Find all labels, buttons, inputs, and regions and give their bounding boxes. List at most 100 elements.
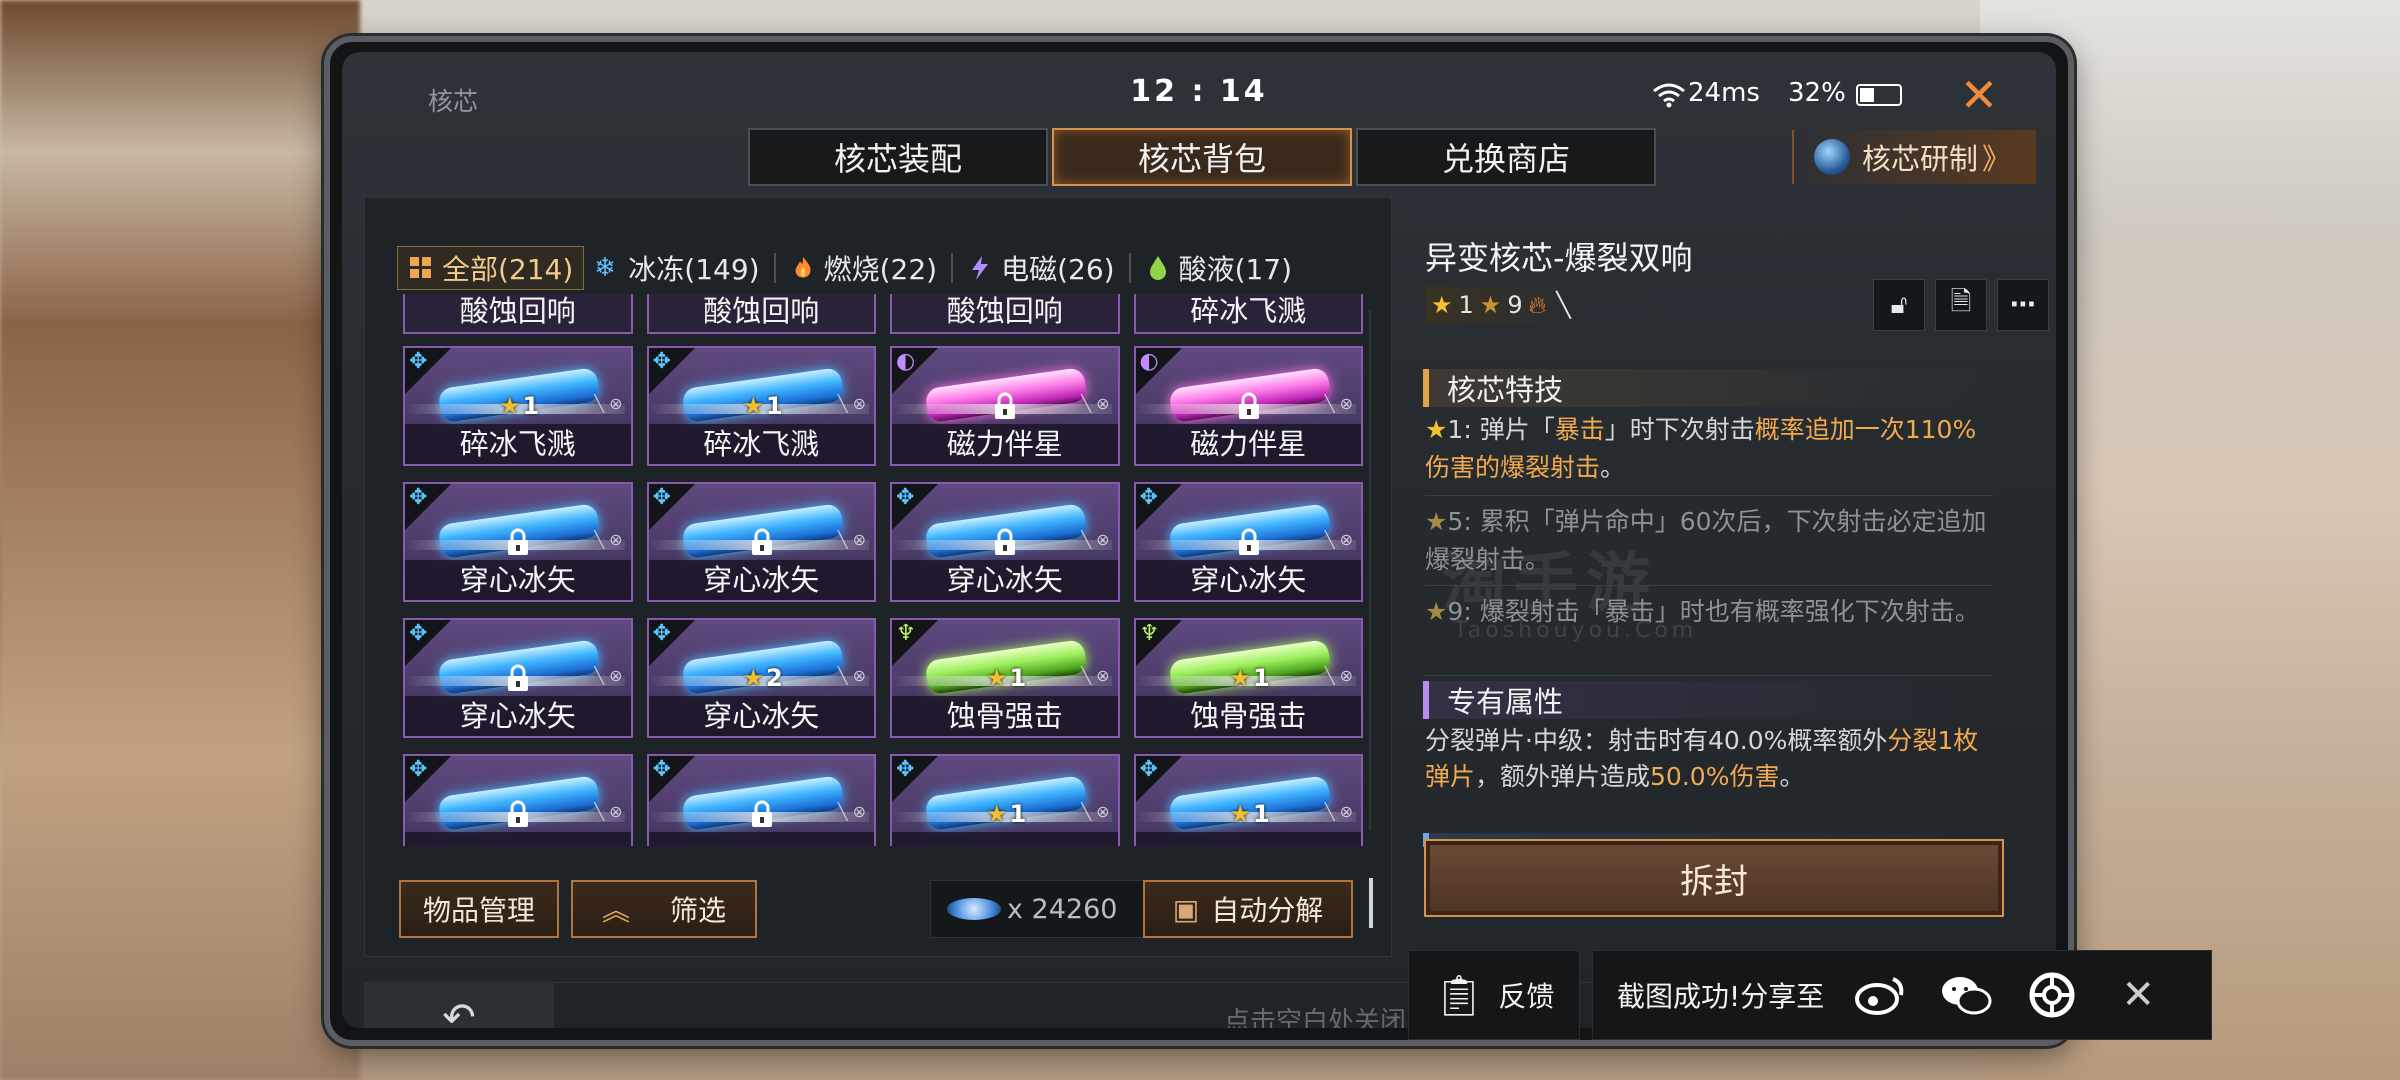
filter-freeze[interactable]: ❄ 冰冻(149) — [584, 246, 769, 290]
core-card[interactable]: ✥ ╲ ⊗ 穿心冰矢 — [646, 482, 876, 602]
skill-text: 」时下次射击 — [1604, 415, 1755, 444]
core-card[interactable]: 酸蚀回响 — [890, 294, 1120, 334]
ice-icon: ✥ — [652, 757, 671, 782]
acid-icon: ♆ — [896, 621, 916, 646]
core-name: 穿心冰矢 — [1135, 560, 1361, 600]
attr-text: ，额外弹片造成 — [1475, 762, 1651, 791]
clipboard-icon: 📋︎ — [1433, 972, 1485, 1019]
star-icon: ★ — [986, 800, 1008, 828]
core-name: 穿心冰矢 — [648, 560, 874, 600]
core-name: 穿心冰矢 — [405, 696, 631, 736]
flame-icon: 🔥︎ — [1528, 291, 1547, 319]
crystal-count: x 24260 — [1007, 893, 1118, 925]
core-card[interactable]: ◐ ╲ ⊗ 磁力伴星 — [890, 346, 1120, 466]
core-card[interactable]: 酸蚀回响 — [646, 294, 876, 334]
core-research-button[interactable]: 核芯研制 》 — [1792, 130, 2036, 184]
filter-label: 筛选 — [670, 894, 727, 927]
core-name: 磁力伴星 — [892, 424, 1118, 464]
share-text: 截图成功!分享至 — [1617, 980, 1825, 1013]
weapon-icon: ╲ — [1552, 291, 1575, 319]
filter-button[interactable]: ︽ 筛选 — [571, 880, 757, 938]
attr-text: 。 — [1779, 762, 1805, 791]
lock-icon — [508, 800, 528, 827]
grid-row: ✥ ╲ ⊗ ✥ ╲ ⊗ ✥ ★ 1 ╲ ⊗ ✥ ★ 1 ╲ ⊗ — [403, 754, 1363, 846]
core-card[interactable]: ♆ ★ 1 ╲ ⊗ 蚀骨强击 — [890, 618, 1120, 738]
core-card[interactable]: ✥ ╲ ⊗ 穿心冰矢 — [403, 482, 633, 602]
back-icon[interactable]: ↶ — [364, 983, 554, 1028]
core-card[interactable]: ♆ ★ 1 ╲ ⊗ 蚀骨强击 — [1133, 618, 1363, 738]
filter-freeze-label: 冰冻(149) — [628, 253, 760, 286]
close-share-icon[interactable]: ✕ — [2108, 970, 2168, 1020]
core-name: 酸蚀回响 — [405, 294, 631, 332]
moments-icon[interactable] — [2022, 970, 2082, 1020]
ice-icon: ✥ — [896, 485, 915, 510]
item-management-label: 物品管理 — [422, 894, 535, 927]
lock-icon — [995, 528, 1015, 555]
weibo-icon[interactable] — [1850, 970, 1910, 1020]
unlock-icon[interactable]: 🔓︎ — [1873, 279, 1925, 331]
core-name — [1135, 832, 1361, 846]
unseal-button[interactable]: 拆封 — [1424, 839, 2004, 917]
core-meta: ★ 1 ★ 9 🔥︎ ╲ — [1425, 287, 1581, 323]
core-name — [405, 832, 631, 846]
core-star-value: 1 — [1458, 291, 1474, 319]
filter-burn[interactable]: 燃烧(22) — [780, 246, 947, 290]
ice-icon: ✥ — [652, 621, 671, 646]
skill-text: 9: 爆裂射击「暴击」时也有概率强化下次射击。 — [1447, 597, 1980, 626]
core-card[interactable]: ✥ ╲ ⊗ 穿心冰矢 — [403, 618, 633, 738]
core-card[interactable]: ✥ ★ 1 ╲ ⊗ 碎冰飞溅 — [646, 346, 876, 466]
battery-percent: 32% — [1788, 78, 1846, 108]
core-card[interactable]: ◐ ╲ ⊗ 磁力伴星 — [1133, 346, 1363, 466]
tab-core-assembly[interactable]: 核芯装配 — [748, 128, 1048, 186]
core-card[interactable]: ✥ ╲ ⊗ 穿心冰矢 — [890, 482, 1120, 602]
weapon-mini-icon: ╲ ⊗ — [837, 666, 866, 685]
tab-exchange-shop[interactable]: 兑换商店 — [1356, 128, 1656, 186]
acid-icon: ♆ — [1139, 621, 1160, 646]
lock-icon — [995, 392, 1015, 419]
core-name: 蚀骨强击 — [892, 696, 1118, 736]
lock-icon — [508, 528, 528, 555]
attr-text: 分裂弹片·中级：射击时有40.0%概率额外 — [1425, 726, 1888, 755]
core-card[interactable]: ✥ ★ 1 ╲ ⊗ — [890, 754, 1120, 846]
star-icon: ★ — [742, 664, 765, 692]
tab-core-backpack[interactable]: 核芯背包 — [1052, 128, 1352, 186]
core-card[interactable]: ✥ ★ 1 ╲ ⊗ 碎冰飞溅 — [403, 346, 633, 466]
core-card[interactable]: ✥ ╲ ⊗ — [646, 754, 876, 846]
core-name: 穿心冰矢 — [892, 560, 1118, 600]
game-window: 核芯 12 : 14 24ms 32% ✕ 核芯装配 核芯背包 兑换商店 核芯研… — [324, 36, 2074, 1046]
ice-icon: ✥ — [652, 349, 671, 374]
acid-drop-icon — [1149, 256, 1166, 280]
star-icon: ★ — [1425, 415, 1448, 444]
auto-decompose-label: 自动分解 — [1211, 894, 1324, 927]
more-icon[interactable]: ⋯ — [1997, 279, 2049, 331]
auto-decompose-button[interactable]: ▣ 自动分解 — [1143, 880, 1353, 938]
inspect-icon[interactable]: 🗎︎ — [1935, 279, 1987, 331]
core-card[interactable]: 酸蚀回响 — [403, 294, 633, 334]
star-count: 1 — [1009, 800, 1027, 828]
core-grid: 酸蚀回响 酸蚀回响 酸蚀回响 碎冰飞溅 ✥ ★ 1 ╲ ⊗ 碎冰飞溅 ✥ ★ 1 ╲ ⊗ 碎冰飞溅… — [403, 294, 1363, 846]
exclusive-attr-header: 专有属性 — [1423, 681, 1993, 719]
lock-icon — [751, 800, 772, 827]
core-card[interactable]: ✥ ╲ ⊗ 穿心冰矢 — [1133, 482, 1363, 602]
wechat-icon[interactable] — [1936, 970, 1996, 1020]
core-title: 异变核芯-爆裂双响 — [1425, 239, 1693, 277]
box-icon: ▣ — [1172, 892, 1200, 926]
core-card[interactable]: 碎冰飞溅 — [1133, 294, 1363, 334]
item-management-button[interactable]: 物品管理 — [399, 880, 559, 938]
feedback-button[interactable]: 📋︎ 反馈 — [1408, 950, 1580, 1040]
core-card[interactable]: ✥ ★ 1 ╲ ⊗ — [1133, 754, 1363, 846]
core-card[interactable]: ✥ ╲ ⊗ — [403, 754, 633, 846]
grid-icon — [410, 257, 431, 278]
double-chevron-right-icon: 》 — [1982, 142, 2012, 176]
filter-electro[interactable]: 电磁(26) — [957, 246, 1124, 290]
filter-acid[interactable]: 酸液(17) — [1135, 246, 1302, 290]
filter-all-label: 全部(214) — [442, 253, 574, 286]
ice-icon: ✥ — [409, 485, 428, 510]
ping-value: 24ms — [1688, 78, 1760, 108]
filter-all[interactable]: 全部(214) — [397, 246, 585, 290]
scrollbar-thumb[interactable] — [1369, 878, 1373, 928]
unseal-label: 拆封 — [1680, 861, 1748, 902]
close-icon[interactable]: ✕ — [1954, 70, 2004, 120]
core-card[interactable]: ✥ ★ 2 ╲ ⊗ 穿心冰矢 — [646, 618, 876, 738]
weapon-mini-icon: ╲ ⊗ — [1324, 530, 1353, 549]
